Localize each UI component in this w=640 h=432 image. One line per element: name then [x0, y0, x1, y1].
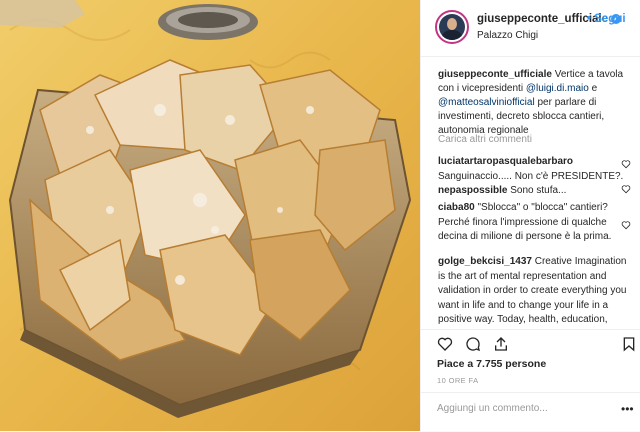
bookmark-icon[interactable] — [621, 336, 637, 352]
comment-text: Sono stufa... — [507, 185, 567, 196]
comment-like-icon[interactable] — [621, 184, 631, 194]
caption-text-2: e — [588, 83, 598, 94]
follow-label[interactable]: Segui — [594, 13, 625, 25]
comment-item: nepaspossible Sono stufa... — [438, 184, 628, 199]
caption-author[interactable]: giuseppeconte_ufficiale — [438, 69, 552, 80]
post-caption: giuseppeconte_ufficiale Vertice a tavola… — [438, 68, 626, 138]
comments-list[interactable]: giuseppeconte_ufficiale Vertice a tavola… — [421, 57, 640, 329]
instagram-post: giuseppeconte_ufficiale ✓ • Segui Palazzo… — [0, 0, 640, 431]
heart-icon[interactable] — [437, 336, 453, 352]
mention-link-1[interactable]: @luigi.di.maio — [526, 83, 589, 94]
share-icon[interactable] — [493, 336, 509, 352]
follow-button[interactable]: • Segui — [587, 13, 626, 25]
mention-link-2[interactable]: @matteosalviniofficial — [438, 97, 535, 108]
avatar-suit — [441, 30, 463, 40]
comment-item: luciatartaropasqualebarbaro Sanguinaccio… — [438, 155, 628, 184]
post-header: giuseppeconte_ufficiale ✓ • Segui Palazzo… — [421, 0, 640, 57]
load-more-comments[interactable]: Carica altri commenti — [438, 134, 532, 145]
action-bar — [421, 329, 640, 354]
avatar-image — [439, 14, 465, 40]
comment-author[interactable]: golge_bekcisi_1437 — [438, 256, 532, 267]
comment-author[interactable]: nepaspossible — [438, 185, 507, 196]
comment-bubble-icon[interactable] — [465, 336, 481, 352]
more-options-icon[interactable]: ••• — [621, 402, 634, 416]
avatar[interactable] — [435, 10, 469, 44]
comment-like-icon[interactable] — [621, 159, 631, 169]
comment-like-icon[interactable] — [621, 220, 631, 230]
post-timestamp[interactable]: 10 ORE FA — [437, 376, 479, 385]
post-sidebar: giuseppeconte_ufficiale ✓ • Segui Palazzo… — [420, 0, 640, 431]
fried-pastry-photo — [0, 0, 420, 431]
add-comment-input[interactable]: Aggiungi un commento... — [437, 403, 548, 414]
likes-count[interactable]: Piace a 7.755 persone — [437, 358, 546, 370]
comment-item: golge_bekcisi_1437 Creative Imagination … — [438, 255, 628, 329]
comment-author[interactable]: luciatartaropasqualebarbaro — [438, 156, 573, 167]
comment-text: Sanguinaccio..... Non c'è PRESIDENTE?. — [438, 170, 624, 182]
avatar-face — [447, 18, 457, 30]
post-photo[interactable] — [0, 0, 420, 431]
comment-author[interactable]: ciaba80 — [438, 202, 475, 213]
add-comment-bar: Aggiungi un commento... ••• — [421, 392, 640, 432]
comment-item: ciaba80 "Sblocca" o "blocca" cantieri? P… — [438, 201, 628, 245]
location-link[interactable]: Palazzo Chigi — [477, 30, 538, 41]
